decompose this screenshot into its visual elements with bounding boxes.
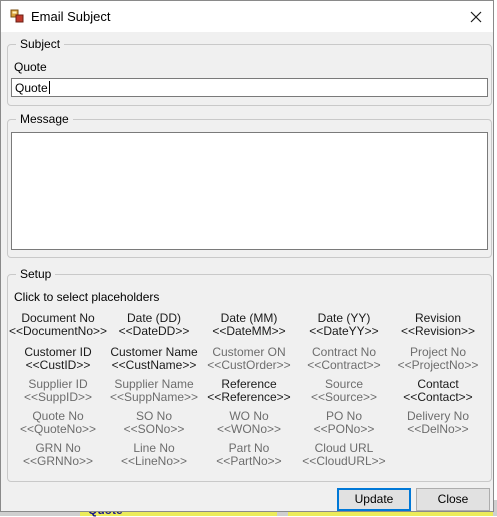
placeholder-code: <<DateMM>> [212,324,286,338]
close-button[interactable]: Close [416,488,490,511]
update-button[interactable]: Update [337,488,411,511]
email-subject-dialog: Email Subject Subject Quote Quote Messag… [0,0,494,512]
placeholder-code: <<QuoteNo>> [19,422,97,436]
placeholder-code: <<ProjectNo>> [397,358,479,372]
placeholder-reference[interactable]: Reference <<Reference>> [199,378,299,404]
placeholder-code: <<Revision>> [400,324,476,338]
placeholder-code: <<PONo>> [313,422,375,436]
placeholder-sono[interactable]: SO No <<SONo>> [104,410,204,436]
window-title: Email Subject [31,9,111,24]
placeholder-code: <<LineNo>> [120,454,188,468]
placeholder-code: <<Reference>> [207,390,291,404]
placeholder-code: <<CustOrder>> [207,358,291,372]
placeholder-partno[interactable]: Part No <<PartNo>> [199,442,299,468]
placeholder-contract[interactable]: Contract No <<Contract>> [294,346,394,372]
placeholder-custid[interactable]: Customer ID <<CustID>> [8,346,108,372]
title-bar: Email Subject [1,1,493,32]
placeholder-code: <<SuppID>> [23,390,93,404]
placeholder-code: <<GRNNo>> [22,454,94,468]
placeholder-code: <<SuppName>> [109,390,199,404]
placeholder-code: <<Source>> [310,390,378,404]
placeholder-code: <<DocumentNo>> [8,324,108,338]
placeholder-custname[interactable]: Customer Name <<CustName>> [104,346,204,372]
placeholder-lineno[interactable]: Line No <<LineNo>> [104,442,204,468]
placeholder-code: <<CloudURL>> [302,454,386,468]
placeholder-source[interactable]: Source <<Source>> [294,378,394,404]
placeholder-code: <<Contract>> [307,358,381,372]
placeholder-code: <<SONo>> [123,422,185,436]
placeholder-grnno[interactable]: GRN No <<GRNNo>> [8,442,108,468]
close-icon [470,11,482,22]
setup-group-label: Setup [16,267,56,281]
message-group-label: Message [16,112,73,126]
placeholder-projectno[interactable]: Project No <<ProjectNo>> [388,346,488,372]
message-textarea[interactable] [11,132,488,250]
text-caret [48,81,50,94]
subject-input[interactable]: Quote [11,78,488,97]
app-icon [10,9,24,23]
subject-input-value: Quote [15,81,48,95]
placeholder-code: <<PartNo>> [216,454,282,468]
placeholder-contact[interactable]: Contact <<Contact>> [388,378,488,404]
subject-group-label: Subject [16,37,65,51]
placeholder-code: <<CustName>> [111,358,197,372]
placeholder-delno[interactable]: Delivery No <<DelNo>> [388,410,488,436]
close-window-button[interactable] [459,1,493,32]
placeholder-code: <<Contact>> [403,390,473,404]
placeholder-pono[interactable]: PO No <<PONo>> [294,410,394,436]
placeholder-quoteno[interactable]: Quote No <<QuoteNo>> [8,410,108,436]
placeholder-cloudurl[interactable]: Cloud URL <<CloudURL>> [294,442,394,468]
placeholder-code: <<DelNo>> [407,422,469,436]
placeholder-custorder[interactable]: Customer ON <<CustOrder>> [199,346,299,372]
placeholder-suppid[interactable]: Supplier ID <<SuppID>> [8,378,108,404]
setup-instruction: Click to select placeholders [14,290,160,304]
placeholder-code: <<DateYY>> [309,324,379,338]
placeholder-documentno[interactable]: Document No <<DocumentNo>> [8,312,108,338]
placeholder-wono[interactable]: WO No <<WONo>> [199,410,299,436]
placeholder-datemm[interactable]: Date (MM) <<DateMM>> [199,312,299,338]
placeholder-suppname[interactable]: Supplier Name <<SuppName>> [104,378,204,404]
placeholder-code: <<CustID>> [25,358,91,372]
placeholder-dateyy[interactable]: Date (YY) <<DateYY>> [294,312,394,338]
placeholder-code: <<WONo>> [216,422,282,436]
placeholder-code: <<DateDD>> [118,324,190,338]
placeholder-revision[interactable]: Revision <<Revision>> [388,312,488,338]
placeholder-datedd[interactable]: Date (DD) <<DateDD>> [104,312,204,338]
subject-field-label: Quote [14,60,47,74]
